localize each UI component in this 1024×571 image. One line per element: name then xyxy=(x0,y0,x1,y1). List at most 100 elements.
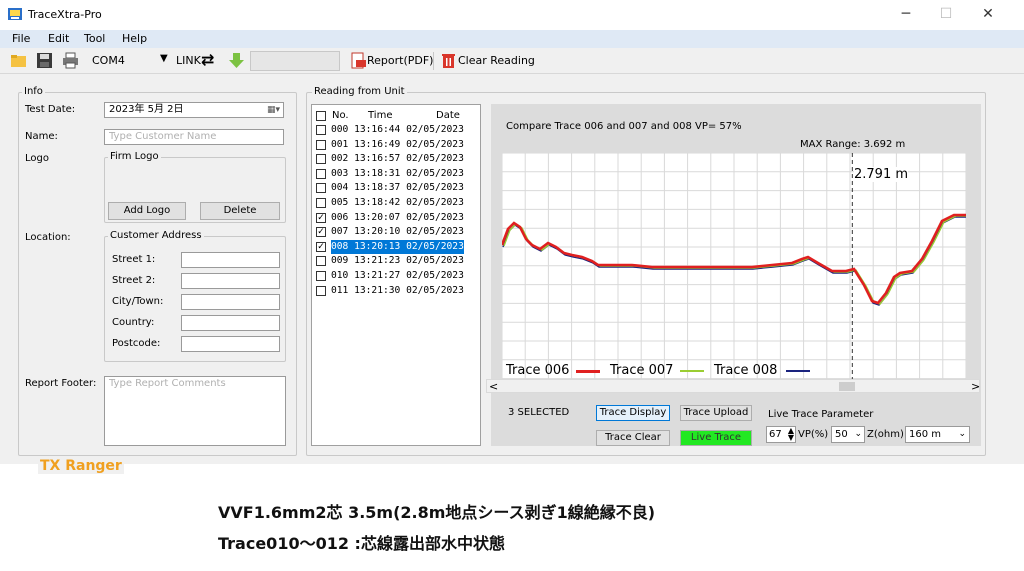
trace-upload-button[interactable]: Trace Upload xyxy=(680,405,752,421)
port-dropdown-icon[interactable]: ▼ xyxy=(160,53,168,64)
minimize-button[interactable]: ─ xyxy=(886,3,926,25)
trace-row-checkbox[interactable] xyxy=(316,285,326,296)
trace-row[interactable]: 003 13:18:31 02/05/2023 xyxy=(314,167,480,182)
street2-label: Street 2: xyxy=(112,275,156,286)
range-dropdown-icon[interactable]: ⌄ xyxy=(958,427,966,442)
trace-row-checkbox[interactable] xyxy=(316,271,326,281)
trace-row[interactable]: 010 13:21:27 02/05/2023 xyxy=(314,269,480,284)
test-date-picker[interactable]: 2023年 5月 2日 ▦▾ xyxy=(104,102,284,118)
street1-label: Street 1: xyxy=(112,254,156,265)
trace-row[interactable]: 000 13:16:44 02/05/2023 xyxy=(314,123,480,138)
menu-bar: File Edit Tool Help xyxy=(0,30,1024,48)
trace-row[interactable]: 004 13:18:37 02/05/2023 xyxy=(314,181,480,196)
maximize-button[interactable]: ☐ xyxy=(926,3,966,25)
cursor-label: 2.791 m xyxy=(854,167,909,182)
window-title: TraceXtra-Pro xyxy=(28,8,102,21)
save-icon[interactable] xyxy=(36,52,53,69)
test-date-value: 2023年 5月 2日 xyxy=(109,104,184,115)
toolbar-separator xyxy=(433,52,434,70)
trace-row-checkbox[interactable] xyxy=(316,256,326,267)
tx-ranger-brand: TX Ranger xyxy=(38,458,124,474)
trace-row[interactable]: 002 13:16:57 02/05/2023 xyxy=(314,152,480,167)
report-footer-input[interactable]: Type Report Comments xyxy=(104,376,286,446)
close-button[interactable]: ✕ xyxy=(968,3,1008,25)
trace-row-checkbox[interactable]: ✓ xyxy=(316,227,326,238)
trace-row-checkbox[interactable] xyxy=(316,183,326,194)
trace-row[interactable]: 001 13:16:49 02/05/2023 xyxy=(314,138,480,153)
port-select[interactable]: COM4 xyxy=(92,54,125,67)
trace-row[interactable]: 009 13:21:23 02/05/2023 xyxy=(314,254,480,269)
menu-file[interactable]: File xyxy=(12,32,30,45)
download-arrow-icon[interactable] xyxy=(228,52,245,69)
legend-trace-006: Trace 006 xyxy=(506,363,570,378)
z-dropdown-icon[interactable]: ⌄ xyxy=(854,427,862,442)
vp-stepper[interactable]: 67 ▲ ▼ xyxy=(766,426,796,443)
menu-help[interactable]: Help xyxy=(122,32,147,45)
report-pdf-button[interactable]: Report(PDF) xyxy=(367,54,433,67)
trash-icon[interactable] xyxy=(440,52,457,69)
trace-row-text: 006 13:20:07 02/05/2023 xyxy=(331,211,464,223)
trace-row[interactable]: ✓ 007 13:20:10 02/05/2023 xyxy=(314,225,480,240)
open-folder-icon[interactable] xyxy=(10,52,27,69)
compare-text: Compare Trace 006 and 007 and 008 xyxy=(506,121,692,132)
delete-logo-button[interactable]: Delete xyxy=(200,202,280,220)
trace-clear-button[interactable]: Trace Clear xyxy=(596,430,670,446)
trace-row[interactable]: ✓ 006 13:20:07 02/05/2023 xyxy=(314,211,480,226)
chart-scrollbar[interactable]: < > xyxy=(486,379,980,393)
trace-display-button[interactable]: Trace Display xyxy=(596,405,670,421)
legend-swatch-008 xyxy=(786,370,810,372)
report-footer-label: Report Footer: xyxy=(25,378,97,389)
trace-row-checkbox[interactable] xyxy=(316,168,326,179)
trace-row-checkbox[interactable] xyxy=(316,154,326,165)
postcode-input[interactable] xyxy=(181,336,280,352)
trace-plot[interactable]: 2.791 m Trace 006 Trace 007 Trace 008 xyxy=(502,153,966,379)
trace-row-checkbox[interactable] xyxy=(316,139,326,150)
trace-row-text: 005 13:18:42 02/05/2023 xyxy=(331,197,464,208)
z-value: 50 xyxy=(835,429,848,440)
vp-text: VP= 57% xyxy=(695,121,742,132)
legend-trace-007: Trace 007 xyxy=(610,363,674,378)
street1-input[interactable] xyxy=(181,252,280,268)
trace-row-checkbox[interactable] xyxy=(316,198,326,208)
trace-row[interactable]: ✓ 008 13:20:13 02/05/2023 xyxy=(314,239,480,255)
city-input[interactable] xyxy=(181,294,280,310)
vp-unit-label: VP(%) xyxy=(798,429,829,440)
progress-bar xyxy=(250,51,340,71)
trace-row-text: 003 13:18:31 02/05/2023 xyxy=(331,167,464,179)
trace-row-checkbox[interactable]: ✓ xyxy=(316,212,326,223)
menu-tool[interactable]: Tool xyxy=(84,32,105,45)
country-input[interactable] xyxy=(181,315,280,331)
range-select[interactable]: 160 m ⌄ xyxy=(905,426,970,443)
scroll-left-icon[interactable]: < xyxy=(489,380,498,393)
z-select[interactable]: 50 ⌄ xyxy=(831,426,865,443)
customer-name-input[interactable]: Type Customer Name xyxy=(104,129,284,145)
menu-edit[interactable]: Edit xyxy=(48,32,69,45)
trace-list[interactable]: No. Time Date 000 13:16:44 02/05/2023 001… xyxy=(311,104,481,446)
scroll-right-icon[interactable]: > xyxy=(971,380,980,393)
select-all-checkbox[interactable] xyxy=(316,111,326,121)
pdf-report-icon[interactable] xyxy=(350,52,367,69)
link-label: LINK xyxy=(176,54,201,67)
live-trace-button[interactable]: Live Trace xyxy=(680,430,752,446)
street2-input[interactable] xyxy=(181,273,280,289)
scroll-thumb[interactable] xyxy=(839,382,855,391)
legend-swatch-007 xyxy=(680,370,704,372)
trace-row-checkbox[interactable]: ✓ xyxy=(316,241,326,252)
print-icon[interactable] xyxy=(62,52,79,69)
trace-row-text: 007 13:20:10 02/05/2023 xyxy=(331,226,464,238)
title-bar: TraceXtra-Pro ─ ☐ ✕ xyxy=(0,0,1024,30)
calendar-icon[interactable]: ▦▾ xyxy=(267,103,280,117)
selected-count: 3 SELECTED xyxy=(508,407,570,418)
clear-reading-button[interactable]: Clear Reading xyxy=(458,54,535,67)
range-value: 160 m xyxy=(909,429,942,440)
trace-row-text: 009 13:21:23 02/05/2023 xyxy=(331,255,464,267)
stepper-arrows-icon[interactable]: ▲ ▼ xyxy=(788,427,794,442)
link-arrows-icon[interactable]: ⇄ xyxy=(201,50,214,69)
customer-address-title: Customer Address xyxy=(108,230,204,241)
trace-row-text: 010 13:21:27 02/05/2023 xyxy=(331,270,464,281)
trace-row[interactable]: 005 13:18:42 02/05/2023 xyxy=(314,196,480,211)
trace-row-checkbox[interactable] xyxy=(316,125,326,135)
trace-row[interactable]: 011 13:21:30 02/05/2023 xyxy=(314,284,480,299)
add-logo-button[interactable]: Add Logo xyxy=(108,202,186,220)
postcode-label: Postcode: xyxy=(112,338,161,349)
